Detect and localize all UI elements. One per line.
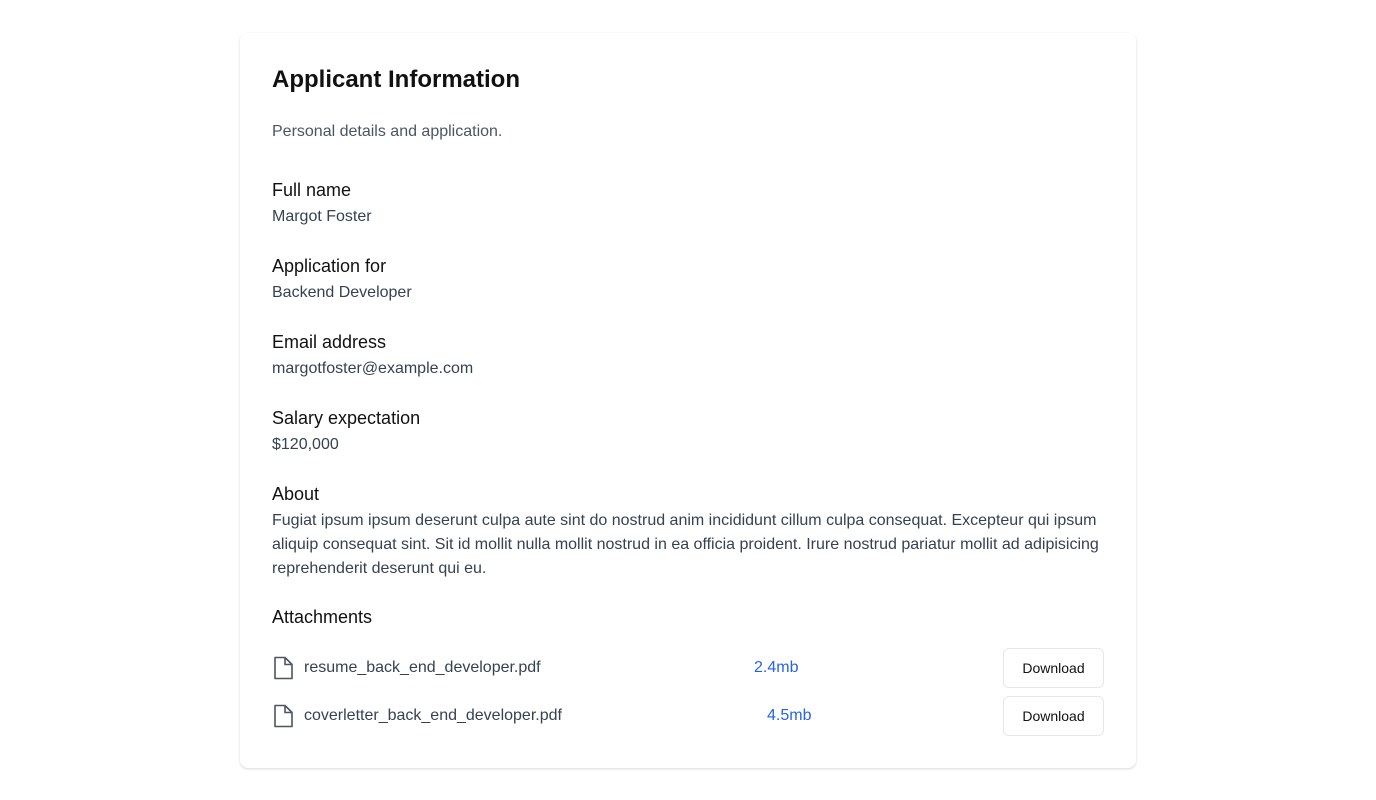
attachment-row: coverletter_back_end_developer.pdf 4.5mb… — [272, 696, 1104, 736]
page-title: Applicant Information — [272, 66, 520, 93]
download-button[interactable]: Download — [1003, 696, 1104, 736]
field-value: margotfoster@example.com — [272, 360, 474, 377]
field-value: $120,000 — [272, 436, 339, 453]
field-value: Fugiat ipsum ipsum deserunt culpa aute s… — [272, 512, 1099, 577]
field-application-for: Application for Backend Developer — [272, 254, 1104, 305]
attachment-file-size: 2.4mb — [754, 659, 799, 676]
field-value: Backend Developer — [272, 284, 412, 301]
field-label: Salary expectation — [272, 408, 421, 428]
page-subtitle: Personal details and application. — [272, 123, 503, 140]
field-about: About Fugiat ipsum ipsum deserunt culpa … — [272, 482, 1104, 581]
applicant-card: Applicant Information Personal details a… — [240, 33, 1136, 768]
field-label: About — [272, 484, 320, 504]
field-label: Application for — [272, 256, 387, 276]
document-icon — [274, 656, 293, 680]
attachments-label: Attachments — [272, 607, 373, 627]
attachment-file-name: resume_back_end_developer.pdf — [304, 659, 541, 676]
field-full-name: Full name Margot Foster — [272, 178, 1104, 229]
attachment-row: resume_back_end_developer.pdf 2.4mb Down… — [272, 648, 1104, 688]
field-label: Full name — [272, 180, 352, 200]
attachment-file-name: coverletter_back_end_developer.pdf — [304, 707, 562, 724]
document-icon — [274, 704, 293, 728]
field-salary-expectation: Salary expectation $120,000 — [272, 406, 1104, 457]
attachment-file-size: 4.5mb — [767, 707, 812, 724]
field-label: Email address — [272, 332, 387, 352]
field-email-address: Email address margotfoster@example.com — [272, 330, 1104, 381]
download-button[interactable]: Download — [1003, 648, 1104, 688]
field-value: Margot Foster — [272, 208, 372, 225]
